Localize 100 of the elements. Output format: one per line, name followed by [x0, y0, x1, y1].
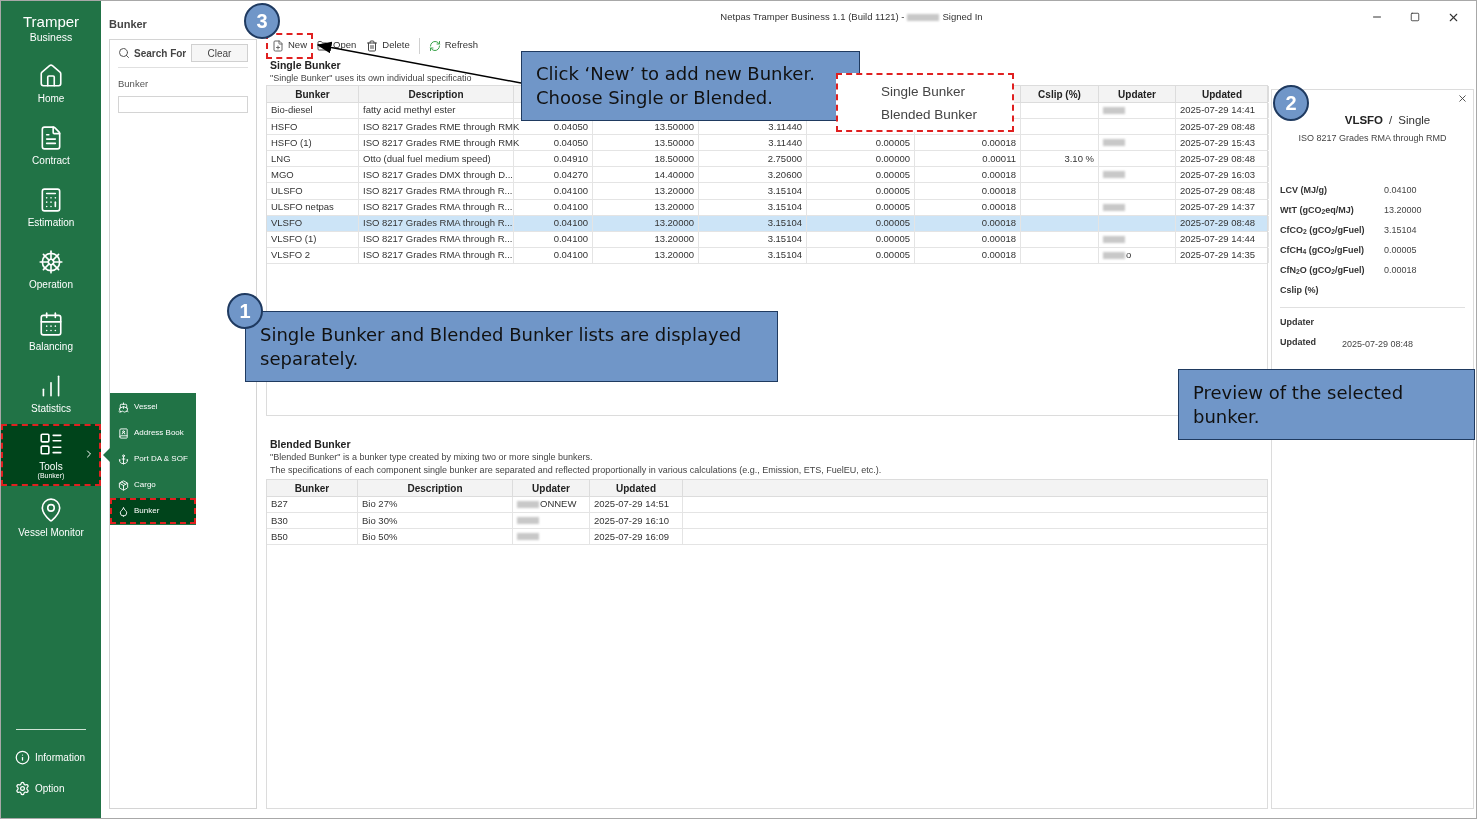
table-cell-text: MGO — [271, 167, 294, 182]
column-header: Updated — [616, 481, 656, 496]
table-cell: 0.04050 — [553, 135, 588, 150]
table-cell: 0.00000 — [875, 151, 910, 166]
table-cell: 2025-07-29 14:51 — [594, 497, 669, 512]
table-cell: 0.00018 — [981, 232, 1016, 247]
table-cell: 2025-07-29 15:43 — [1180, 135, 1255, 150]
table-cell: 0.00011 — [982, 151, 1016, 166]
property-label: CfCH$_{4}$ (gCO$_{2}$/gFuel) — [1280, 243, 1366, 258]
table-cell: 0.00005 — [875, 135, 910, 150]
table-cell: 0.00018 — [981, 216, 1016, 231]
property-label: Updater — [1280, 316, 1315, 329]
table-cell: ONNEW — [540, 497, 577, 512]
table-cell: 2025-07-29 08:48 — [1180, 119, 1255, 134]
section-description: "Blended Bunker" is a bunker type created by mixing two or more single bunkers. — [270, 451, 593, 464]
table-cell-text: ISO 8217 Grades RMA through R... — [363, 183, 513, 198]
table-cell: 13.50000 — [654, 119, 694, 134]
table-cell-text: 0.00018 — [981, 167, 1016, 182]
table-cell: 2025-07-29 08:48 — [1180, 216, 1255, 231]
preview-type: Single — [1398, 113, 1431, 128]
table-cell: 3.10 % — [1064, 151, 1094, 166]
table-cell: 3.15104 — [767, 232, 802, 247]
table-cell: Otto (dual fuel medium speed) — [363, 151, 491, 166]
table-cell: ISO 8217 Grades RME through RMK — [363, 135, 520, 150]
table-cell: B30 — [271, 513, 288, 528]
column-header: Cslip (%) — [1038, 87, 1081, 102]
property-value: 0.00005 — [1384, 243, 1417, 257]
table-cell-text: 0.04270 — [553, 167, 588, 182]
table-cell-text: 0.04100 — [553, 183, 588, 198]
property-value: 2025-07-29 08:48 — [1342, 337, 1414, 351]
table-cell: VLSFO — [271, 216, 303, 231]
table-cell: 2025-07-29 14:44 — [1180, 232, 1255, 247]
table-cell-text: ULSFO — [271, 183, 303, 198]
table-cell-text: 13.20000 — [654, 200, 694, 214]
table-cell: 2025-07-29 14:35 — [1180, 248, 1255, 263]
property-label: CfCO$_{2}$ (gCO$_{2}$/gFuel) — [1280, 223, 1366, 238]
property-label: Updated — [1280, 336, 1317, 349]
section-title: Single Bunker — [270, 59, 342, 72]
table-cell-text: ISO 8217 Grades DMX through D... — [363, 167, 513, 182]
table-cell: Bio-diesel — [271, 103, 313, 118]
window-title-status: Signed In — [942, 9, 983, 24]
column-header: Updated — [1202, 87, 1242, 102]
section-title: Blended Bunker — [270, 438, 352, 451]
column-header: Updater — [1118, 87, 1156, 102]
table-cell-text: 14.40000 — [654, 167, 694, 182]
property-label: Cslip (%) — [1280, 283, 1320, 297]
table-cell: 2025-07-29 08:48 — [1180, 151, 1255, 166]
table-cell: VLSFO 2 — [271, 248, 311, 263]
table-cell-text: 2025-07-29 16:03 — [1180, 167, 1255, 182]
table-cell: HSFO (1) — [271, 135, 312, 150]
step-badge: 1 — [227, 293, 263, 329]
column-header: Description — [408, 87, 464, 102]
table-cell: 0.04100 — [553, 232, 588, 247]
table-cell: Bio 30% — [362, 513, 398, 528]
column-header: Bunker — [294, 481, 330, 496]
callout-text: Preview of the selected bunker. — [1193, 380, 1405, 429]
table-cell: ISO 8217 Grades RMA through R... — [363, 216, 513, 231]
window-title: Netpas Tramper Business 1.1 (Build 1121) - — [720, 9, 905, 24]
table-cell: 0.00005 — [875, 248, 910, 263]
table-cell: 3.15104 — [767, 216, 802, 231]
table-cell: 0.00018 — [981, 135, 1016, 150]
table-cell: B27 — [271, 497, 288, 512]
property-label: WtT (gCO$_{2}$eq/MJ) — [1280, 203, 1355, 218]
table-cell: Bio 50% — [362, 529, 398, 544]
table-cell: 3.11440 — [768, 135, 802, 150]
field-label: Bunker — [118, 76, 150, 91]
column-header: Updater — [532, 481, 570, 496]
table-cell: 13.20000 — [654, 232, 694, 247]
property-value: 13.20000 — [1384, 203, 1422, 217]
section-description: The specifications of each component single bunker are separated and reflected proportionally in various calculations (e.g., Emission, ETS, FuelEU, etc.). — [270, 463, 882, 476]
table-cell: VLSFO (1) — [271, 232, 317, 247]
table-cell: 0.00018 — [981, 248, 1016, 263]
table-cell-text: 0.00018 — [981, 183, 1016, 198]
table-cell: B50 — [271, 529, 288, 544]
table-cell: 0.00005 — [875, 216, 910, 231]
property-label: CfN$_{2}$O (gCO$_{2}$/gFuel) — [1280, 263, 1366, 278]
table-cell-text: ISO 8217 Grades RMA through R... — [363, 200, 513, 214]
table-cell: fatty acid methyl ester — [363, 103, 456, 118]
table-cell: 0.04100 — [553, 216, 588, 231]
preview-description: ISO 8217 Grades RMA through RMD — [1297, 132, 1448, 146]
table-cell-text: 13.20000 — [654, 183, 694, 198]
table-cell-text: 2025-07-29 08:48 — [1180, 183, 1255, 198]
table-cell-text: 3.20600 — [767, 167, 802, 182]
table-cell: 0.00005 — [875, 232, 910, 247]
brand-subtitle: Business — [29, 31, 73, 44]
table-cell-text: 0.00005 — [875, 183, 910, 198]
table-cell: 2025-07-29 16:09 — [594, 529, 669, 544]
table-cell: 2025-07-29 14:41 — [1180, 103, 1255, 118]
property-value: 0.00018 — [1384, 263, 1417, 277]
table-cell-text: 2025-07-29 14:37 — [1180, 200, 1255, 214]
table-cell: HSFO — [271, 119, 298, 134]
step-badge: 3 — [244, 3, 280, 39]
table-cell: o — [1126, 248, 1132, 263]
table-cell: Bio 27% — [362, 497, 398, 512]
table-cell-text: 3.15104 — [767, 200, 802, 214]
table-cell: 2.75000 — [767, 151, 802, 166]
table-cell-text: 0.00005 — [875, 200, 910, 214]
panel-title: Bunker — [109, 17, 148, 32]
table-cell: 13.20000 — [654, 216, 694, 231]
table-cell: LNG — [271, 151, 291, 166]
